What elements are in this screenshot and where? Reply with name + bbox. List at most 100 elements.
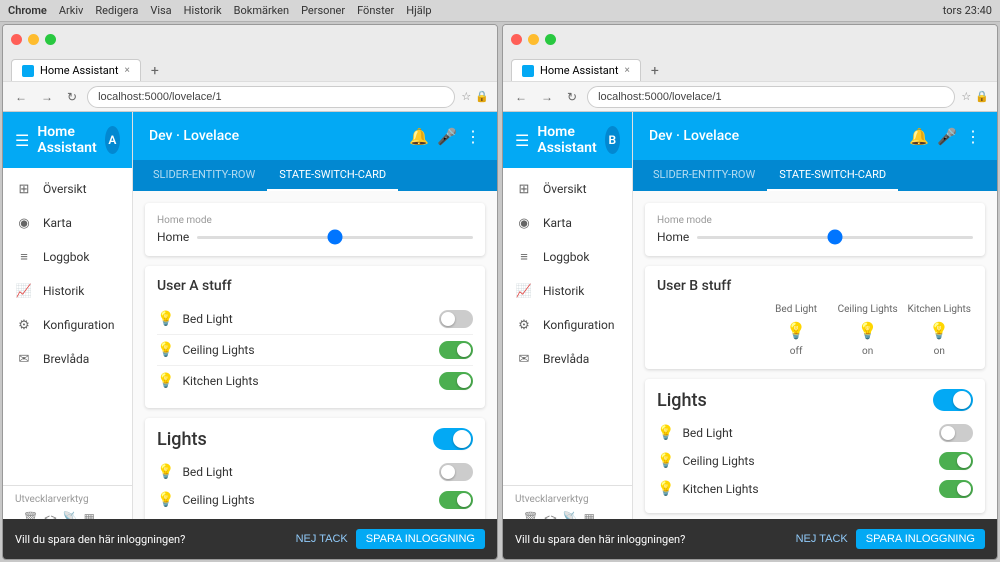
reload-button-b[interactable]: ↻: [563, 88, 581, 106]
sidebar-item-map-a[interactable]: ◉ Karta: [3, 206, 132, 240]
star-icon-a[interactable]: ☆: [461, 90, 471, 103]
close-dot-a[interactable]: [11, 34, 22, 45]
maximize-dot-b[interactable]: [545, 34, 556, 45]
mac-menu-hjalp[interactable]: Hjälp: [406, 4, 431, 17]
maximize-dot-a[interactable]: [45, 34, 56, 45]
sidebar-label-log-a: Loggbok: [43, 250, 89, 264]
forward-button-a[interactable]: →: [37, 88, 57, 106]
menu-icon-b[interactable]: ☰: [515, 131, 529, 150]
state-item-ceiling-a: 💡 Ceiling Lights: [157, 335, 473, 366]
sidebar-item-mail-b[interactable]: ✉ Brevlåda: [503, 342, 632, 376]
lights-main-toggle-b[interactable]: [933, 389, 973, 411]
light-toggle-knob-ceiling-b: [957, 454, 971, 468]
tab-favicon-a: [22, 65, 34, 77]
tab-state-switch-a[interactable]: STATE-SWITCH-CARD: [267, 160, 398, 191]
save-yes-button-b[interactable]: SPARA INLOGGNING: [856, 529, 985, 549]
forward-button-b[interactable]: →: [537, 88, 557, 106]
ha-app-b: ☰ Home Assistant B ⊞ Översikt ◉ Karta ≡: [503, 112, 997, 559]
dots-icon-a[interactable]: ⋮: [465, 127, 481, 146]
tab-add-a[interactable]: +: [147, 61, 163, 81]
back-button-a[interactable]: ←: [11, 88, 31, 106]
sidebar-label-overview-a: Översikt: [43, 182, 87, 196]
save-login-btns-b: NEJ TACK SPARA INLOGGNING: [796, 529, 985, 549]
mail-icon-b: ✉: [515, 350, 533, 368]
mac-menu-bokmarken[interactable]: Bokmärken: [234, 4, 289, 17]
ha-avatar-b[interactable]: B: [605, 126, 620, 154]
tab-close-b[interactable]: ×: [624, 65, 629, 76]
light-toggle-bed-a[interactable]: [439, 463, 473, 481]
state-item-bed-a: 💡 Bed Light: [157, 304, 473, 335]
light-label-bed-b: Bed Light: [682, 426, 931, 440]
browser-tab-a[interactable]: Home Assistant ×: [11, 59, 141, 81]
mac-menu-arkiv[interactable]: Arkiv: [59, 4, 83, 17]
sidebar-item-overview-b[interactable]: ⊞ Översikt: [503, 172, 632, 206]
overview-icon-a: ⊞: [15, 180, 33, 198]
browser-tab-b[interactable]: Home Assistant ×: [511, 59, 641, 81]
light-toggle-bed-b[interactable]: [939, 424, 973, 442]
light-icon-bed-b: 💡: [657, 425, 674, 441]
save-login-text-a: Vill du spara den här inloggningen?: [15, 533, 185, 546]
slider-label-a: Home mode: [157, 215, 473, 226]
minimize-dot-b[interactable]: [528, 34, 539, 45]
bulb-icon-ceiling-a: 💡: [157, 342, 174, 358]
mac-menu-personer[interactable]: Personer: [301, 4, 345, 17]
address-input-a[interactable]: [87, 86, 455, 108]
menu-icon-a[interactable]: ☰: [15, 131, 29, 150]
toggle-ceiling-a[interactable]: [439, 341, 473, 359]
tab-close-a[interactable]: ×: [124, 65, 129, 76]
minimize-dot-a[interactable]: [28, 34, 39, 45]
dots-icon-b[interactable]: ⋮: [965, 127, 981, 146]
save-no-button-a[interactable]: NEJ TACK: [296, 529, 348, 549]
sidebar-item-mail-a[interactable]: ✉ Brevlåda: [3, 342, 132, 376]
reload-button-a[interactable]: ↻: [63, 88, 81, 106]
mac-menu-visa[interactable]: Visa: [150, 4, 171, 17]
ha-sidebar-header-a: ☰ Home Assistant A: [3, 112, 132, 168]
slider-input-b[interactable]: [697, 236, 973, 239]
light-toggle-kitchen-b[interactable]: [939, 480, 973, 498]
save-yes-button-a[interactable]: SPARA INLOGGNING: [356, 529, 485, 549]
bell-icon-b[interactable]: 🔔: [909, 127, 929, 146]
tab-slider-a[interactable]: SLIDER-ENTITY-ROW: [141, 160, 267, 191]
close-dot-b[interactable]: [511, 34, 522, 45]
address-input-b[interactable]: [587, 86, 955, 108]
ha-sidebar-a: ☰ Home Assistant A ⊞ Översikt ◉ Karta ≡: [3, 112, 133, 559]
back-button-b[interactable]: ←: [511, 88, 531, 106]
ha-avatar-a[interactable]: A: [105, 126, 120, 154]
mic-icon-a[interactable]: 🎤: [437, 127, 457, 146]
sidebar-item-config-b[interactable]: ⚙ Konfiguration: [503, 308, 632, 342]
light-icon-bed-a: 💡: [157, 464, 174, 480]
lights-main-toggle-a[interactable]: [433, 428, 473, 450]
mic-icon-b[interactable]: 🎤: [937, 127, 957, 146]
mac-menu-redigera[interactable]: Redigera: [95, 4, 138, 17]
sidebar-item-log-a[interactable]: ≡ Loggbok: [3, 240, 132, 274]
sidebar-item-config-a[interactable]: ⚙ Konfiguration: [3, 308, 132, 342]
bell-icon-a[interactable]: 🔔: [409, 127, 429, 146]
slider-input-a[interactable]: [197, 236, 473, 239]
sidebar-item-history-b[interactable]: 📈 Historik: [503, 274, 632, 308]
mac-menu-historik[interactable]: Historik: [184, 4, 222, 17]
sidebar-item-overview-a[interactable]: ⊞ Översikt: [3, 172, 132, 206]
light-row-ceiling-b: 💡 Ceiling Lights: [657, 447, 973, 475]
sidebar-item-history-a[interactable]: 📈 Historik: [3, 274, 132, 308]
tab-add-b[interactable]: +: [647, 61, 663, 81]
slider-card-a: Home mode Home: [145, 203, 485, 256]
star-icon-b[interactable]: ☆: [961, 90, 971, 103]
save-no-button-b[interactable]: NEJ TACK: [796, 529, 848, 549]
state-col-ceiling: Ceiling Lights: [834, 304, 902, 315]
tab-state-switch-b[interactable]: STATE-SWITCH-CARD: [767, 160, 898, 191]
dev-section-label-a: Utvecklarverktyg: [15, 494, 89, 505]
sidebar-label-history-a: Historik: [43, 284, 84, 298]
mac-menu-fonster[interactable]: Fönster: [357, 4, 394, 17]
state-status-kitchen: on: [905, 346, 973, 357]
sidebar-label-mail-a: Brevlåda: [43, 352, 89, 366]
light-toggle-ceiling-a[interactable]: [439, 491, 473, 509]
toggle-bed-a[interactable]: [439, 310, 473, 328]
light-toggle-ceiling-b[interactable]: [939, 452, 973, 470]
tab-slider-b[interactable]: SLIDER-ENTITY-ROW: [641, 160, 767, 191]
sidebar-item-map-b[interactable]: ◉ Karta: [503, 206, 632, 240]
mac-app-name: Chrome: [8, 4, 47, 17]
sidebar-item-log-b[interactable]: ≡ Loggbok: [503, 240, 632, 274]
lights-header-b: Lights: [657, 389, 973, 411]
state-col-kitchen: Kitchen Lights: [905, 304, 973, 315]
toggle-kitchen-a[interactable]: [439, 372, 473, 390]
